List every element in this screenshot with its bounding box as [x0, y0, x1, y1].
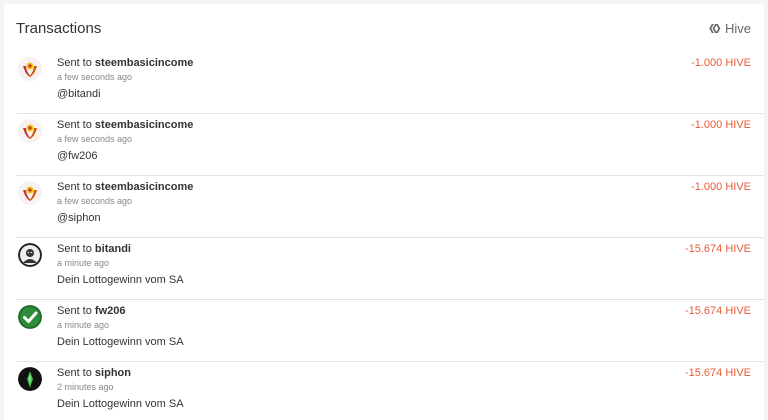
recipient-link[interactable]: steembasicincome [95, 57, 193, 69]
transaction-prefix: Sent to [57, 119, 92, 131]
network-label: Hive [724, 20, 751, 36]
transaction-time: a few seconds ago [57, 196, 133, 206]
transaction-amount: -15.674 HIVE [684, 305, 751, 317]
transaction-amount: -1.000 HIVE [691, 119, 751, 131]
transaction-row[interactable]: Sent to steembasicincome a few seconds a… [16, 176, 764, 238]
hive-logo-icon [709, 23, 721, 33]
transaction-prefix: Sent to [57, 367, 92, 379]
transaction-memo: Dein Lottogewinn vom SA [57, 398, 184, 410]
transaction-row[interactable]: Sent to steembasicincome a few seconds a… [16, 52, 764, 114]
transaction-row[interactable]: Sent to fw206 a minute ago Dein Lottogew… [16, 300, 764, 362]
transaction-amount: -15.674 HIVE [684, 367, 751, 379]
transaction-prefix: Sent to [57, 243, 92, 255]
bitandi-avatar-icon[interactable] [18, 243, 42, 267]
transaction-time: 2 minutes ago [57, 382, 114, 392]
transaction-amount: -1.000 HIVE [691, 181, 751, 193]
transaction-memo: @siphon [57, 212, 101, 224]
transaction-memo: Dein Lottogewinn vom SA [57, 336, 184, 348]
steembasicincome-logo-icon[interactable] [18, 57, 42, 81]
page-title: Transactions [16, 19, 102, 37]
transaction-memo: Dein Lottogewinn vom SA [57, 274, 184, 286]
steembasicincome-logo-icon[interactable] [18, 181, 42, 205]
transaction-time: a few seconds ago [57, 72, 133, 82]
transaction-row[interactable]: Sent to steembasicincome a few seconds a… [16, 114, 764, 176]
transaction-time: a minute ago [57, 258, 110, 268]
steembasicincome-logo-icon[interactable] [18, 119, 42, 143]
transaction-list: Sent to steembasicincome a few seconds a… [4, 52, 764, 420]
transaction-prefix: Sent to [57, 181, 92, 193]
transaction-amount: -15.674 HIVE [684, 243, 751, 255]
transaction-description: Sent to siphon [57, 367, 131, 379]
transaction-description: Sent to bitandi [57, 243, 131, 255]
panel-header: Transactions Hive [4, 4, 764, 52]
siphon-avatar-icon[interactable] [18, 367, 42, 391]
transaction-memo: @fw206 [57, 150, 98, 162]
recipient-link[interactable]: siphon [95, 367, 131, 379]
recipient-link[interactable]: fw206 [95, 305, 126, 317]
transaction-row[interactable]: Sent to siphon 2 minutes ago Dein Lottog… [16, 362, 764, 420]
transaction-amount: -1.000 HIVE [691, 57, 751, 69]
transaction-row[interactable]: Sent to bitandi a minute ago Dein Lottog… [16, 238, 764, 300]
transaction-time: a minute ago [57, 320, 110, 330]
green-checkmark-icon[interactable] [18, 305, 42, 329]
transaction-description: Sent to fw206 [57, 305, 126, 317]
transaction-description: Sent to steembasicincome [57, 119, 193, 131]
transaction-prefix: Sent to [57, 305, 92, 317]
network-indicator: Hive [708, 21, 751, 36]
recipient-link[interactable]: steembasicincome [95, 119, 193, 131]
transaction-time: a few seconds ago [57, 134, 133, 144]
transaction-prefix: Sent to [57, 57, 92, 69]
transaction-memo: @bitandi [57, 88, 101, 100]
recipient-link[interactable]: steembasicincome [95, 181, 193, 193]
recipient-link[interactable]: bitandi [95, 243, 131, 255]
transactions-panel: Transactions Hive Sent to steembasicinco… [4, 4, 764, 420]
transaction-description: Sent to steembasicincome [57, 57, 193, 69]
transaction-description: Sent to steembasicincome [57, 181, 193, 193]
